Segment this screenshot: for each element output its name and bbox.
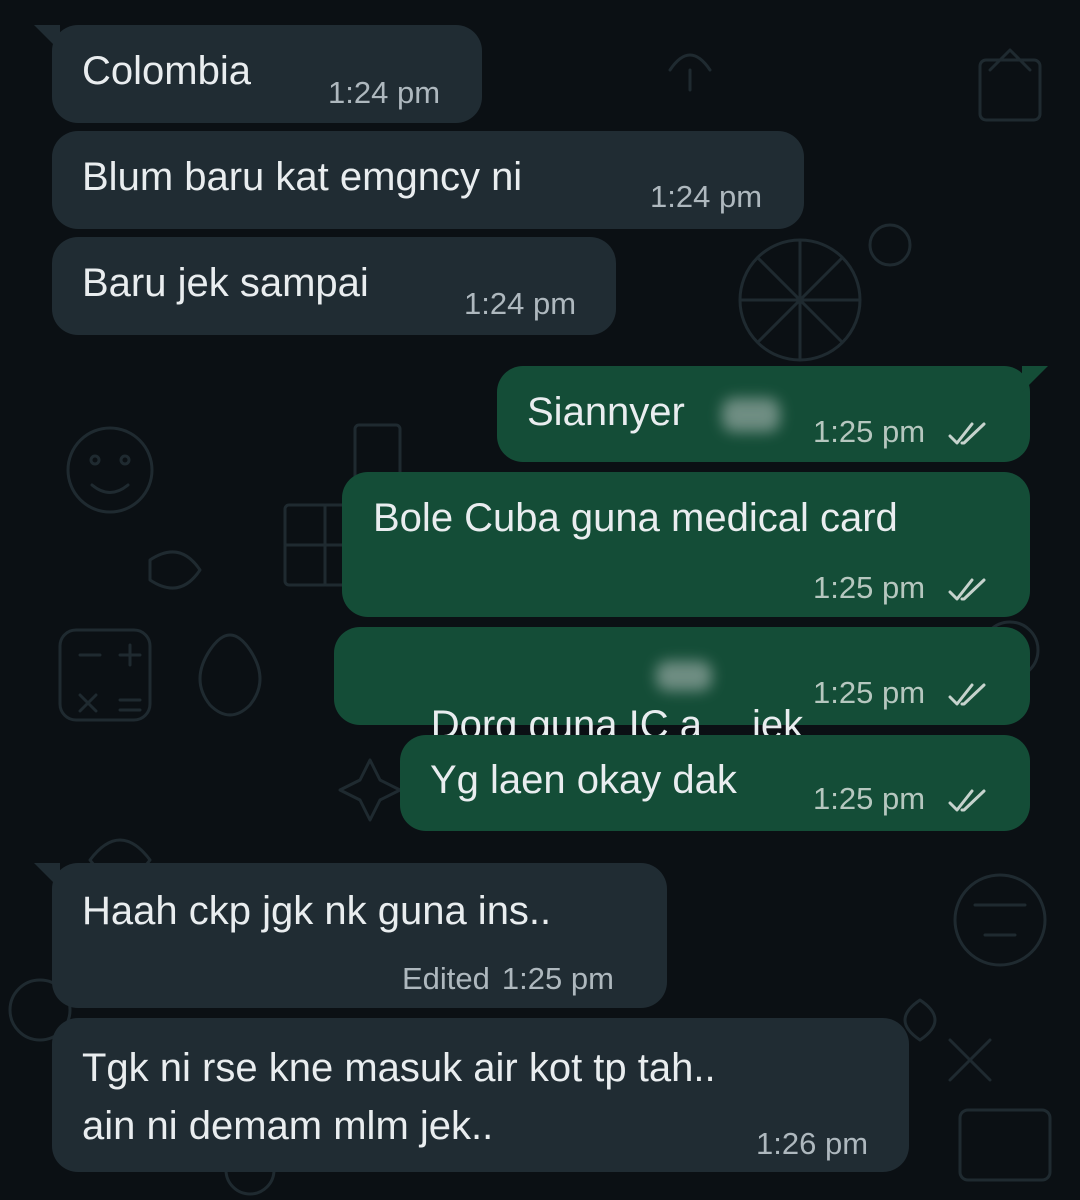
chat-window: Colombia 1:24 pm Blum baru kat emgncy ni…	[0, 0, 1080, 1200]
message-time: 1:25 pm	[501, 961, 614, 996]
double-check-icon	[948, 422, 986, 445]
message-time: 1:24 pm	[650, 179, 763, 214]
redacted-emoji	[722, 398, 780, 432]
message-meta: Edited 1:25 pm	[402, 961, 614, 997]
bubble-tail	[34, 25, 60, 51]
message-outgoing[interactable]: Bole Cuba guna medical card 1:25 pm	[342, 472, 1030, 617]
message-outgoing[interactable]: Siannyer 1:25 pm	[497, 366, 1048, 462]
message-text: Yg laen okay dak	[430, 758, 737, 802]
message-meta: 1:25 pm	[813, 414, 990, 450]
message-meta: 1:25 pm	[813, 781, 990, 817]
message-outgoing[interactable]: Dorg guna IC a jek 1:25 pm	[334, 627, 1030, 747]
bubble-tail	[1022, 366, 1048, 392]
message-time: 1:24 pm	[328, 75, 441, 110]
message-time: 1:24 pm	[464, 286, 577, 321]
message-text: Baru jek sampai	[82, 261, 369, 305]
message-meta: 1:25 pm	[813, 675, 990, 711]
message-text: Blum baru kat emgncy ni	[82, 155, 523, 199]
message-text-line: Tgk ni rse kne masuk air kot tp tah..	[82, 1046, 716, 1090]
message-outgoing[interactable]: Yg laen okay dak 1:25 pm	[400, 735, 1030, 831]
message-time: 1:25 pm	[813, 781, 926, 816]
message-incoming[interactable]: Haah ckp jgk nk guna ins.. Edited 1:25 pm	[34, 863, 667, 1008]
double-check-icon	[948, 578, 986, 601]
message-incoming[interactable]: Tgk ni rse kne masuk air kot tp tah.. ai…	[52, 1018, 909, 1172]
double-check-icon	[948, 789, 986, 812]
message-text: Siannyer	[527, 390, 685, 434]
message-text: Bole Cuba guna medical card	[373, 496, 898, 540]
message-time: 1:26 pm	[756, 1126, 869, 1161]
edited-label: Edited	[402, 961, 490, 996]
double-check-icon	[948, 683, 986, 706]
message-incoming[interactable]: Blum baru kat emgncy ni 1:24 pm	[52, 131, 804, 229]
message-text-line: ain ni demam mlm jek..	[82, 1104, 494, 1148]
message-time: 1:25 pm	[813, 675, 926, 710]
bubble-tail	[34, 863, 60, 889]
message-text: Haah ckp jgk nk guna ins..	[82, 889, 552, 933]
message-incoming[interactable]: Baru jek sampai 1:24 pm	[52, 237, 616, 335]
message-time: 1:25 pm	[813, 570, 926, 605]
message-text: Colombia	[82, 49, 251, 93]
redacted-name	[656, 661, 712, 691]
message-meta: 1:25 pm	[813, 570, 990, 606]
message-incoming[interactable]: Colombia 1:24 pm	[34, 25, 482, 123]
message-time: 1:25 pm	[813, 414, 926, 449]
